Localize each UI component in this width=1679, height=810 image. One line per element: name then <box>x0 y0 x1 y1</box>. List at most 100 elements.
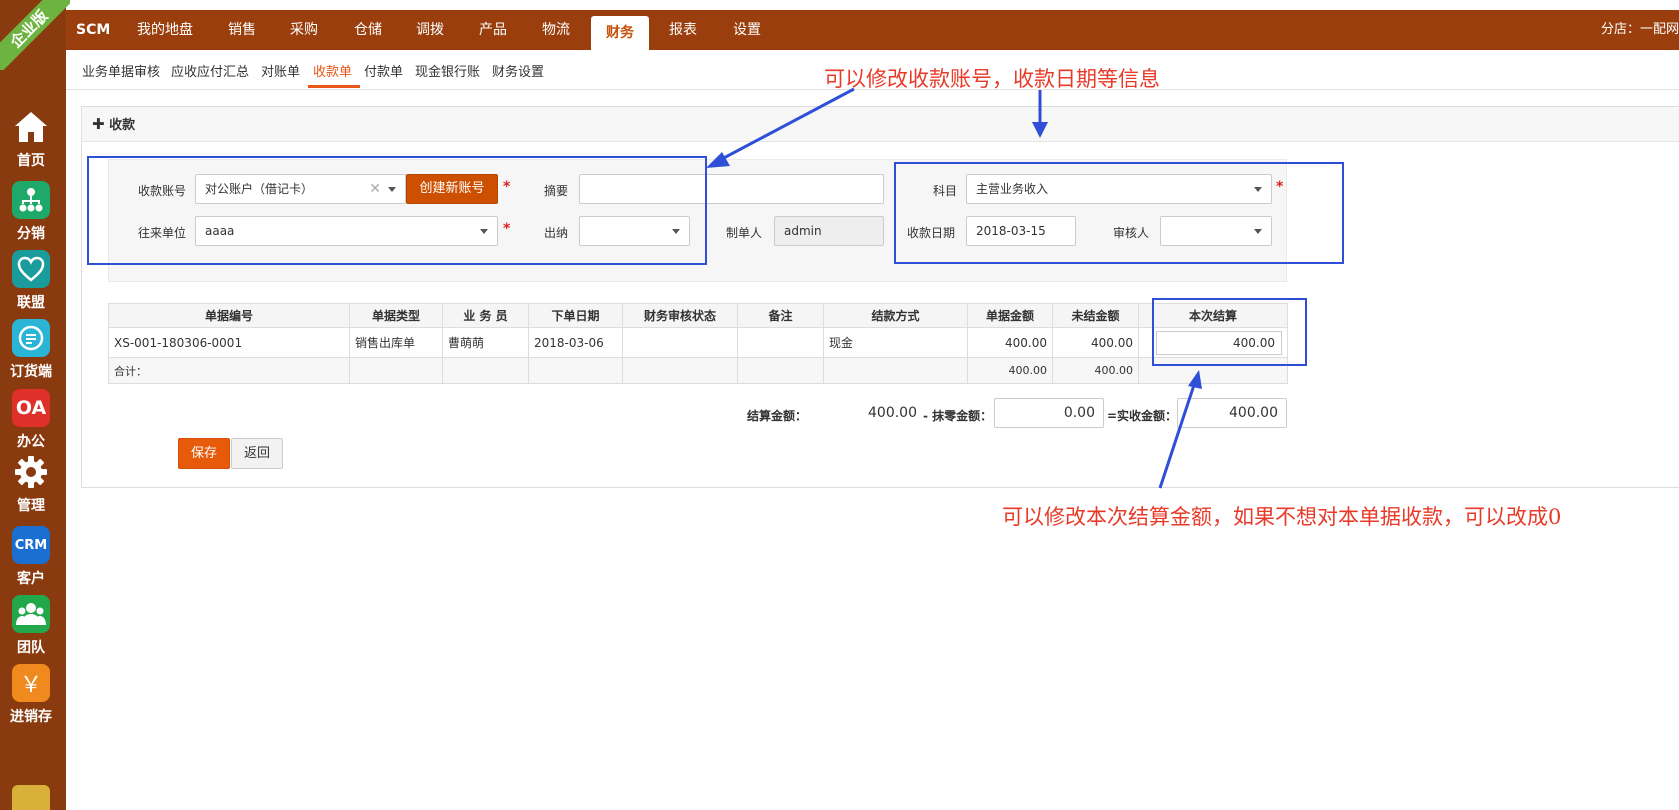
cell-unsettled: 400.00 <box>1052 327 1139 358</box>
summary-row: 合计： 400.00 400.00 <box>108 357 1288 384</box>
sidebar-item-label: 办公 <box>17 434 45 450</box>
sidebar-item-crm[interactable]: CRM 客户 <box>0 526 62 588</box>
subtab-finance-settings[interactable]: 财务设置 <box>492 61 544 80</box>
annotation-text-top: 可以修改收款账号，收款日期等信息 <box>824 67 1160 91</box>
nav-item-purchase[interactable]: 采购 <box>290 10 318 50</box>
nav-item-product[interactable]: 产品 <box>479 10 507 50</box>
table-row: XS-001-180306-0001 销售出库单 曹萌萌 2018-03-06 … <box>108 327 1288 358</box>
discount-label: - 抹零金额： <box>923 409 993 423</box>
nav-item-finance[interactable]: 财务 <box>591 16 649 50</box>
sidebar-item-distribution[interactable]: 分销 <box>0 181 62 243</box>
table-header-row: 单据编号 单据类型 业 务 员 下单日期 财务审核状态 备注 结款方式 单据金额… <box>108 303 1288 328</box>
distribution-icon <box>12 181 50 219</box>
summary-label: 合计： <box>108 357 350 384</box>
annotation-box-settlement <box>1152 298 1307 366</box>
panel-title: 收款 <box>109 118 136 133</box>
cell-order-date: 2018-03-06 <box>528 327 623 358</box>
nav-item-my-space[interactable]: 我的地盘 <box>137 10 193 50</box>
active-tab-indicator <box>308 85 360 88</box>
summary-doc-amount: 400.00 <box>967 357 1053 384</box>
edition-ribbon-label: 企业版 <box>0 0 70 70</box>
sidebar-item-inventory[interactable]: ￥ 进销存 <box>0 664 62 726</box>
alliance-icon <box>12 250 50 288</box>
brand-label: SCM <box>76 22 111 38</box>
nav-item-logistics[interactable]: 物流 <box>542 10 570 50</box>
left-sidebar: 企业版 首页 分销 联盟 订货端 OA 办公 管理 CRM 客户 团队 ￥ 进销… <box>0 0 70 810</box>
actual-amount-label: =实收金额： <box>1107 409 1178 423</box>
yen-icon: ￥ <box>12 664 50 702</box>
branch-selector[interactable]: 分店：一配网 <box>1601 10 1679 50</box>
annotation-box-account <box>87 156 707 265</box>
subtab-payment[interactable]: 付款单 <box>364 61 403 80</box>
col-settle-method: 结款方式 <box>823 303 968 328</box>
documents-table: 单据编号 单据类型 业 务 员 下单日期 财务审核状态 备注 结款方式 单据金额… <box>108 303 1288 384</box>
nav-item-settings[interactable]: 设置 <box>733 10 761 50</box>
summary-empty-cell <box>737 357 824 384</box>
cell-settle-method: 现金 <box>823 327 968 358</box>
sidebar-item-label: 分销 <box>17 226 45 242</box>
nav-item-transfer[interactable]: 调拨 <box>416 10 444 50</box>
col-order-date: 下单日期 <box>528 303 623 328</box>
cell-doc-no[interactable]: XS-001-180306-0001 <box>108 327 350 358</box>
col-salesperson: 业 务 员 <box>442 303 529 328</box>
sidebar-item-label: 进销存 <box>10 709 52 725</box>
sidebar-item-team[interactable]: 团队 <box>0 595 62 657</box>
oa-icon: OA <box>12 389 50 427</box>
cell-doc-type: 销售出库单 <box>349 327 443 358</box>
sidebar-item-oa[interactable]: OA 办公 <box>0 389 62 451</box>
col-remark: 备注 <box>737 303 824 328</box>
summary-empty-cell <box>823 357 968 384</box>
summary-unsettled: 400.00 <box>1052 357 1139 384</box>
sidebar-item-label: 客户 <box>17 571 45 587</box>
col-doc-type: 单据类型 <box>349 303 443 328</box>
cell-doc-amount: 400.00 <box>967 327 1053 358</box>
sidebar-item-label: 团队 <box>17 640 45 656</box>
cell-salesperson: 曹萌萌 <box>442 327 529 358</box>
annotation-box-date <box>894 162 1344 264</box>
sidebar-item-label: 订货端 <box>10 364 52 380</box>
save-button[interactable]: 保存 <box>178 438 230 469</box>
col-doc-no: 单据编号 <box>108 303 350 328</box>
sidebar-item-label: 联盟 <box>17 295 45 311</box>
discount-input[interactable]: 0.00 <box>994 398 1104 428</box>
col-audit-status: 财务审核状态 <box>622 303 738 328</box>
summary-empty-cell <box>528 357 623 384</box>
summary-empty-cell <box>442 357 529 384</box>
settle-amount-label: 结算金额： <box>747 409 808 423</box>
order-client-icon <box>12 319 50 357</box>
sidebar-item-home[interactable]: 首页 <box>0 108 62 170</box>
nav-item-warehouse[interactable]: 仓储 <box>354 10 382 50</box>
summary-empty-cell <box>622 357 738 384</box>
sidebar-item-label: 首页 <box>17 153 45 169</box>
team-icon <box>12 595 50 633</box>
sidebar-item-order-client[interactable]: 订货端 <box>0 319 62 381</box>
col-doc-amount: 单据金额 <box>967 303 1053 328</box>
sidebar-more-thumbnail[interactable] <box>12 785 50 810</box>
sidebar-item-manage[interactable]: 管理 <box>0 453 62 515</box>
sidebar-item-label: 管理 <box>17 498 45 514</box>
crm-icon: CRM <box>12 526 50 564</box>
top-nav-bar: SCM 我的地盘 销售 采购 仓储 调拨 产品 物流 财务 报表 设置 分店：一… <box>66 10 1679 50</box>
panel-header: ✚ 收款 <box>82 107 1679 142</box>
edition-ribbon: 企业版 <box>0 0 70 70</box>
subtab-cash-bank[interactable]: 现金银行账 <box>415 61 480 80</box>
nav-item-sales[interactable]: 销售 <box>228 10 256 50</box>
maker-label: 制单人 <box>726 226 763 240</box>
cell-audit-status <box>622 327 738 358</box>
subtab-doc-review[interactable]: 业务单据审核 <box>82 61 160 80</box>
annotation-text-bottom: 可以修改本次结算金额，如果不想对本单据收款，可以改成0 <box>1002 505 1562 529</box>
cell-remark <box>737 327 824 358</box>
settle-amount-value: 400.00 <box>868 405 917 421</box>
subtab-ar-ap-summary[interactable]: 应收应付汇总 <box>171 61 249 80</box>
home-icon <box>12 108 50 146</box>
plus-icon: ✚ <box>92 115 105 133</box>
nav-item-report[interactable]: 报表 <box>669 10 697 50</box>
gear-icon <box>12 453 50 491</box>
back-button[interactable]: 返回 <box>231 438 283 469</box>
subtab-receipt[interactable]: 收款单 <box>313 61 352 80</box>
maker-field: admin <box>774 216 884 246</box>
subtab-statement[interactable]: 对账单 <box>261 61 300 80</box>
actual-amount-input[interactable]: 400.00 <box>1177 398 1287 428</box>
sidebar-item-alliance[interactable]: 联盟 <box>0 250 62 312</box>
col-unsettled: 未结金额 <box>1052 303 1139 328</box>
